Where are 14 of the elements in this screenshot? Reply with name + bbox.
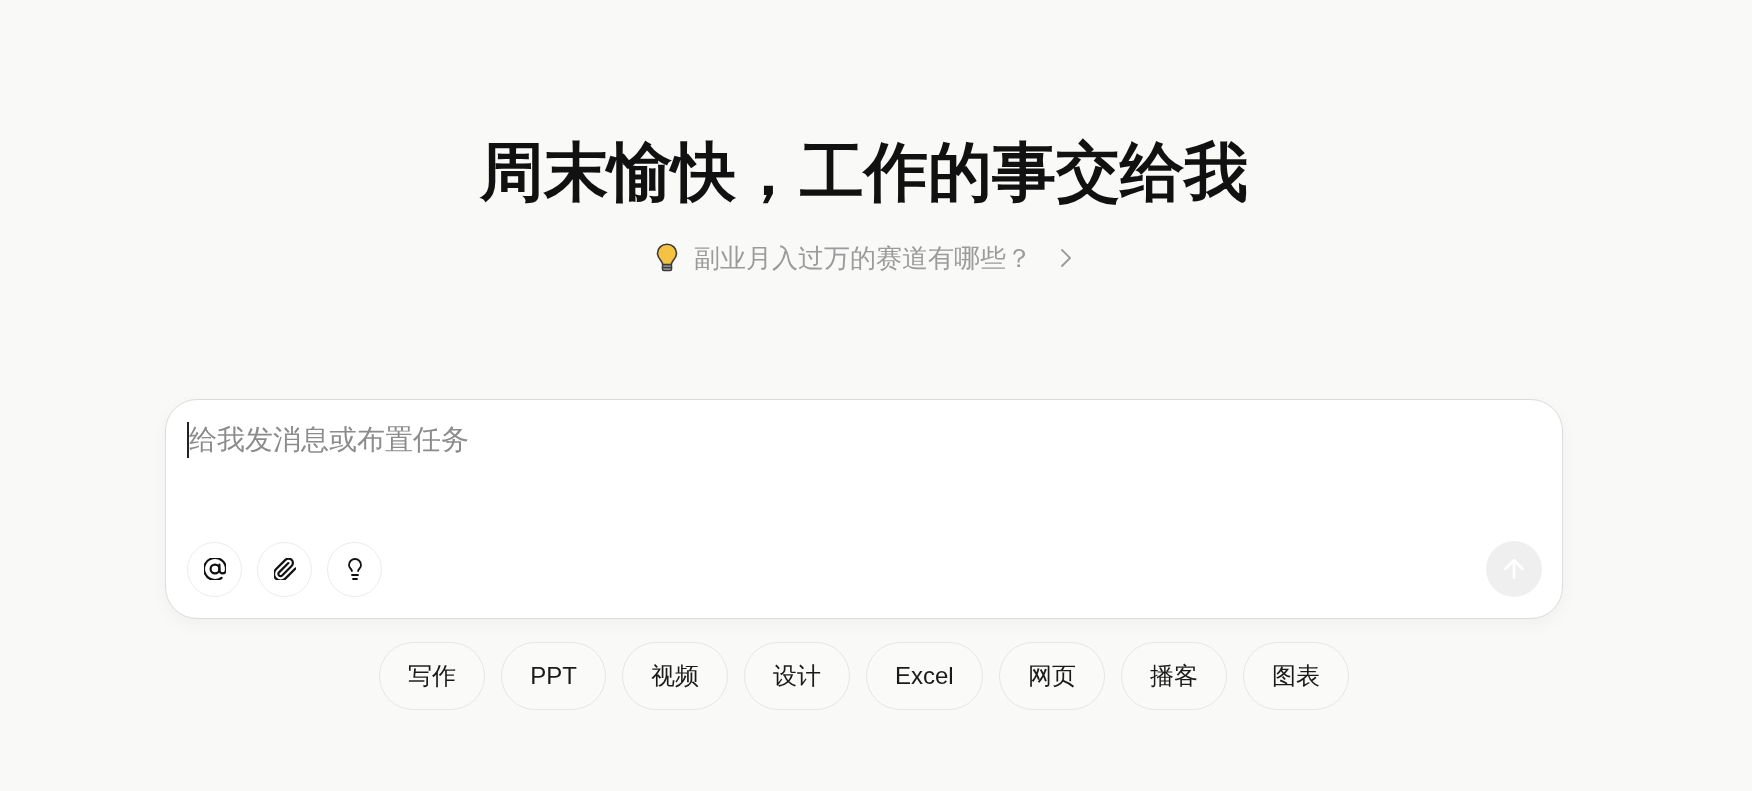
quick-action-chip[interactable]: 视频 <box>622 642 728 710</box>
quick-action-chip[interactable]: 图表 <box>1242 642 1349 710</box>
quick-action-chip[interactable]: 设计 <box>744 642 850 710</box>
paperclip-icon <box>273 558 296 580</box>
message-input[interactable]: 给我发消息或布置任务 <box>187 422 1542 458</box>
quick-action-chip[interactable]: 网页 <box>998 642 1105 710</box>
quick-action-chip[interactable]: 写作 <box>379 642 486 710</box>
greeting-title: 周末愉快，工作的事交给我 <box>480 136 1248 210</box>
quick-action-chip[interactable]: 播客 <box>1120 642 1227 710</box>
quick-action-chip[interactable]: PPT <box>501 642 606 710</box>
quick-action-chip[interactable]: Excel <box>866 642 983 710</box>
chevron-right-icon <box>1060 248 1072 268</box>
at-sign-icon <box>203 558 226 580</box>
lightbulb-icon <box>656 243 678 273</box>
